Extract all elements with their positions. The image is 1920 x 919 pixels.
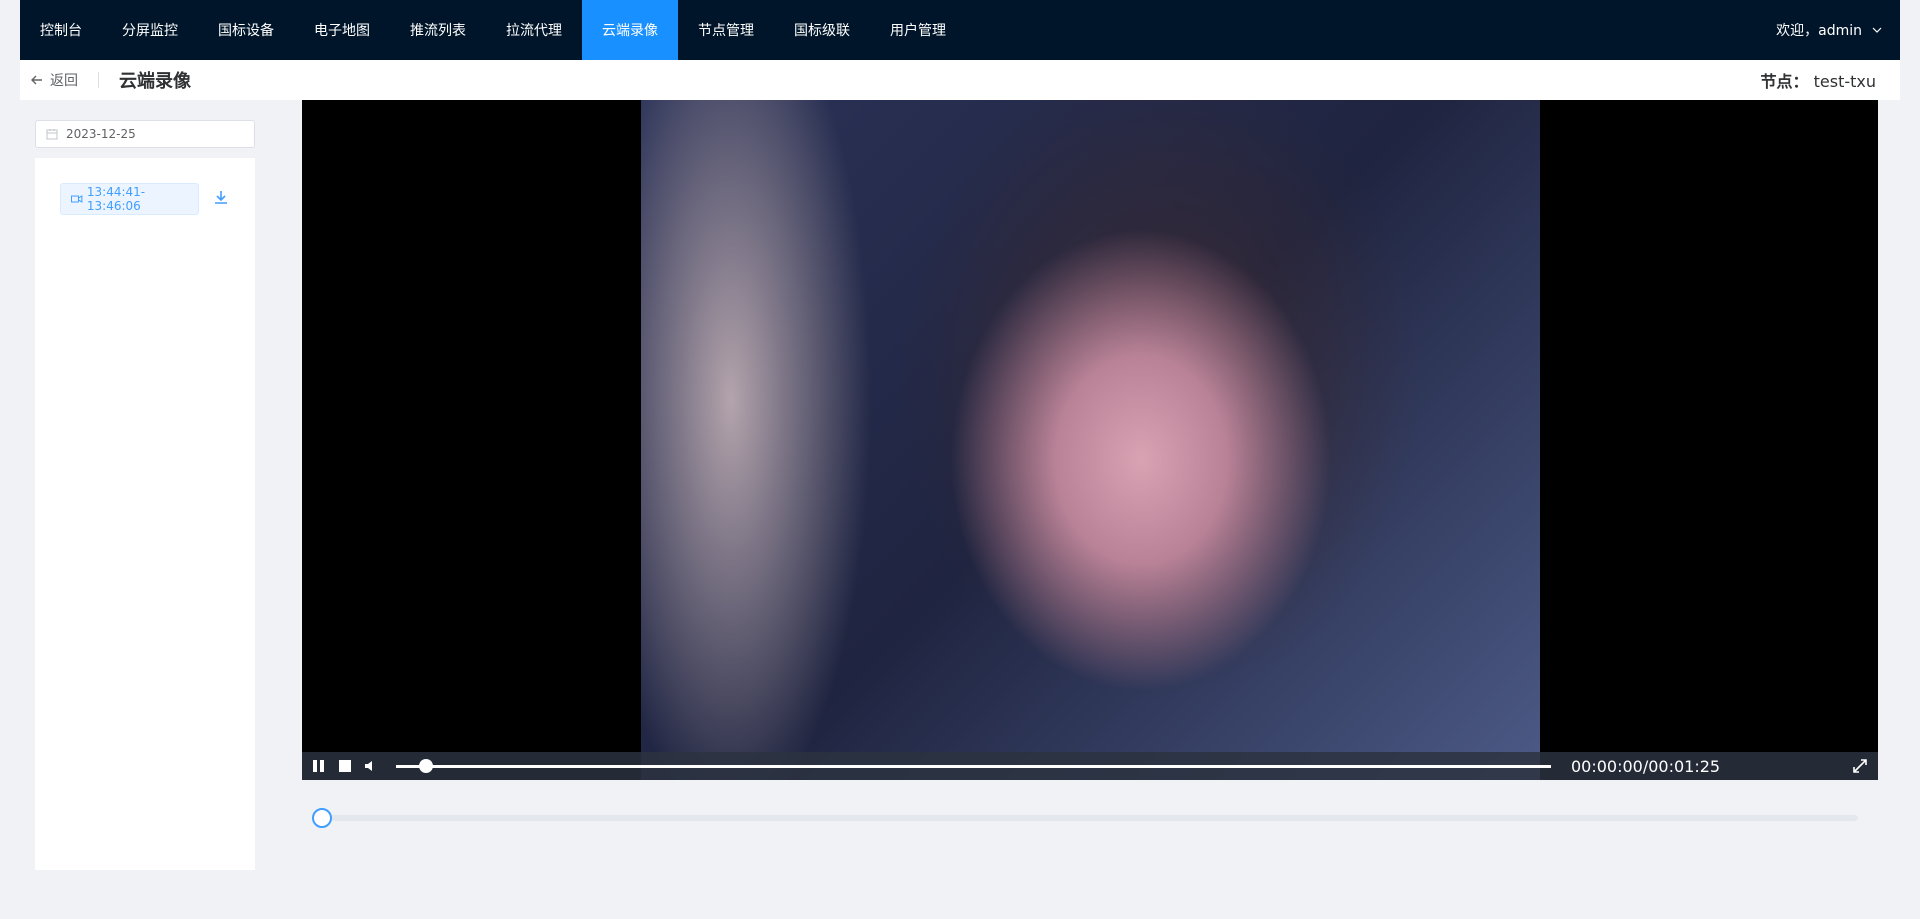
player-controls: 00:00:00/00:01:25 [302, 752, 1878, 780]
back-button[interactable]: 返回 [20, 70, 78, 90]
progress-knob[interactable] [419, 758, 434, 773]
nav-item-console[interactable]: 控制台 [20, 0, 102, 60]
nav-item-user-manage[interactable]: 用户管理 [870, 0, 966, 60]
video-frame [641, 100, 1540, 780]
fullscreen-button[interactable] [1852, 758, 1868, 774]
date-value: 2023-12-25 [66, 127, 136, 141]
fullscreen-icon [1853, 759, 1867, 773]
recording-item[interactable]: 13:44:41-13:46:06 [60, 183, 199, 215]
node-label: 节点： [1760, 72, 1809, 91]
nav-item-gb-devices[interactable]: 国标设备 [198, 0, 294, 60]
header-divider [98, 72, 99, 88]
node-value: test-txu [1813, 72, 1876, 91]
progress-bar[interactable] [396, 758, 1551, 773]
nav-item-pull-proxy[interactable]: 拉流代理 [486, 0, 582, 60]
time-display: 00:00:00/00:01:25 [1571, 756, 1721, 776]
top-nav: 控制台 分屏监控 国标设备 电子地图 推流列表 拉流代理 云端录像 节点管理 国… [20, 0, 1900, 60]
pause-button[interactable] [312, 759, 326, 773]
stop-button[interactable] [338, 759, 352, 773]
arrow-left-icon [31, 75, 42, 85]
user-menu[interactable]: 欢迎，admin [1776, 0, 1900, 60]
node-info: 节点： test-txu [1761, 68, 1901, 92]
calendar-icon [46, 129, 58, 140]
user-greeting: 欢迎，admin [1776, 23, 1862, 39]
back-label: 返回 [50, 73, 78, 89]
recording-list: 13:44:41-13:46:06 [35, 158, 255, 870]
nav-item-gb-cascade[interactable]: 国标级联 [774, 0, 870, 60]
page-header: 返回 云端录像 节点： test-txu [20, 60, 1900, 100]
volume-icon [365, 761, 372, 771]
date-picker[interactable]: 2023-12-25 [35, 120, 255, 148]
page-title: 云端录像 [119, 71, 191, 92]
recording-time-range: 13:44:41-13:46:06 [86, 185, 146, 213]
video-player[interactable]: 00:00:00/00:01:25 [302, 100, 1878, 780]
timeline-knob[interactable] [312, 808, 332, 828]
download-button[interactable] [213, 189, 229, 209]
nav-item-push-list[interactable]: 推流列表 [390, 0, 486, 60]
stop-icon [339, 760, 351, 772]
nav-item-map[interactable]: 电子地图 [294, 0, 390, 60]
download-icon [215, 191, 227, 204]
timeline-slider[interactable] [312, 808, 1858, 828]
video-camera-icon [71, 195, 83, 203]
nav-item-cloud-record[interactable]: 云端录像 [582, 0, 678, 60]
chevron-down-icon [1872, 27, 1882, 33]
nav-item-node-manage[interactable]: 节点管理 [678, 0, 774, 60]
volume-button[interactable] [364, 759, 378, 773]
pause-icon [313, 760, 324, 772]
nav-item-split-monitor[interactable]: 分屏监控 [102, 0, 198, 60]
